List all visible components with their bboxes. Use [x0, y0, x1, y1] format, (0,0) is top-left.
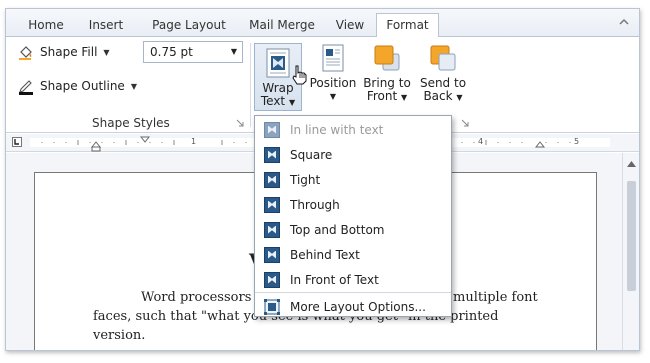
menu-item-square[interactable]: Square	[256, 142, 451, 167]
tab-home[interactable]: Home	[20, 15, 72, 37]
ruler-mark: 4	[478, 137, 484, 146]
chevron-down-icon: ▼	[103, 47, 110, 57]
menu-item-label: In line with text	[290, 122, 384, 137]
menu-item-tight[interactable]: Tight	[256, 167, 451, 192]
vertical-scrollbar[interactable]	[622, 153, 639, 350]
menu-item-in-front-of-text[interactable]: In Front of Text	[256, 267, 451, 292]
paragraph-line-3: version.	[93, 328, 146, 343]
bring-to-front-icon	[372, 43, 402, 73]
collapse-ribbon-icon[interactable]	[619, 17, 629, 27]
chevron-down-icon: ▼	[401, 93, 408, 102]
tab-format[interactable]: Format	[376, 13, 439, 38]
wrap-square-icon	[264, 146, 280, 163]
send-to-back-button[interactable]: Send to Back ▼	[417, 43, 469, 104]
menu-item-label: Square	[290, 147, 333, 162]
wrap-top-bottom-icon	[264, 221, 280, 238]
bring-to-front-button[interactable]: Bring to Front ▼	[361, 43, 413, 104]
shape-styles-group-label: Shape Styles	[92, 116, 170, 130]
layout-options-icon	[264, 298, 280, 315]
bring-to-front-label-line2: Front	[366, 89, 398, 103]
tab-view[interactable]: View	[328, 15, 372, 37]
menu-item-behind-text[interactable]: Behind Text	[256, 242, 451, 267]
menu-item-label: Tight	[290, 172, 321, 187]
ruler-mark: 1	[191, 137, 197, 146]
position-icon	[318, 43, 348, 73]
outline-width-combo[interactable]: 0.75 pt ▼	[143, 41, 243, 63]
shape-fill-label: Shape Fill	[40, 45, 98, 59]
pencil-icon	[19, 80, 33, 95]
hand-cursor-icon	[292, 65, 307, 85]
paragraph-line-1-left: Word processors	[141, 290, 252, 305]
wrap-through-icon	[264, 196, 280, 213]
outline-width-value: 0.75 pt	[150, 45, 193, 59]
menu-item-through[interactable]: Through	[256, 192, 451, 217]
menu-item-label: Behind Text	[290, 247, 360, 262]
wrap-front-icon	[264, 271, 280, 288]
shape-outline-label: Shape Outline	[40, 79, 125, 93]
wrap-text-icon	[263, 48, 293, 78]
chevron-down-icon: ▼	[288, 98, 296, 107]
chevron-down-icon: ▼	[456, 93, 463, 102]
ruler-mark: 5	[574, 137, 580, 146]
chevron-down-icon[interactable]: ▼	[231, 42, 237, 62]
menu-item-label: More Layout Options...	[290, 299, 426, 314]
wrap-behind-icon	[264, 246, 280, 263]
menu-item-top-and-bottom[interactable]: Top and Bottom	[256, 217, 451, 242]
scrollbar-thumb[interactable]	[627, 181, 636, 291]
chevron-down-icon: ▼	[130, 81, 137, 91]
tab-insert[interactable]: Insert	[78, 15, 134, 37]
scroll-up-icon[interactable]	[627, 161, 636, 167]
chevron-down-icon: ▼	[329, 92, 337, 101]
wrap-text-menu: In line with text Square Tight Through T…	[254, 115, 452, 317]
wrap-tight-icon	[264, 171, 280, 188]
group-separator	[250, 43, 251, 127]
paint-bucket-icon	[19, 46, 32, 60]
dialog-launcher-icon[interactable]	[236, 119, 244, 127]
position-label: Position	[309, 76, 357, 90]
tab-stop-selector-icon[interactable]	[12, 137, 22, 147]
tab-page-layout[interactable]: Page Layout	[142, 15, 236, 37]
wrap-text-label-line2: Text	[260, 94, 286, 108]
send-to-back-icon	[428, 43, 458, 73]
paragraph-line-1-right: multiple font	[453, 290, 538, 305]
menu-item-label: In Front of Text	[290, 272, 379, 287]
shape-fill-button[interactable]: Shape Fill ▼	[18, 44, 110, 60]
menu-item-label: Through	[290, 197, 340, 212]
shape-outline-button[interactable]: Shape Outline ▼	[18, 77, 137, 95]
dialog-launcher-icon[interactable]	[461, 119, 469, 127]
menu-item-more-layout-options[interactable]: More Layout Options...	[256, 294, 451, 319]
wrap-inline-icon	[264, 121, 280, 138]
tab-mail-merge[interactable]: Mail Merge	[239, 15, 325, 37]
menu-separator	[255, 292, 451, 293]
send-to-back-label-line2: Back	[423, 89, 453, 103]
ribbon-tab-bar: Home Insert Page Layout Mail Merge View …	[6, 9, 639, 38]
menu-item-label: Top and Bottom	[290, 222, 385, 237]
position-button[interactable]: Position ▼	[308, 43, 358, 103]
menu-item-in-line-with-text[interactable]: In line with text	[256, 117, 451, 142]
